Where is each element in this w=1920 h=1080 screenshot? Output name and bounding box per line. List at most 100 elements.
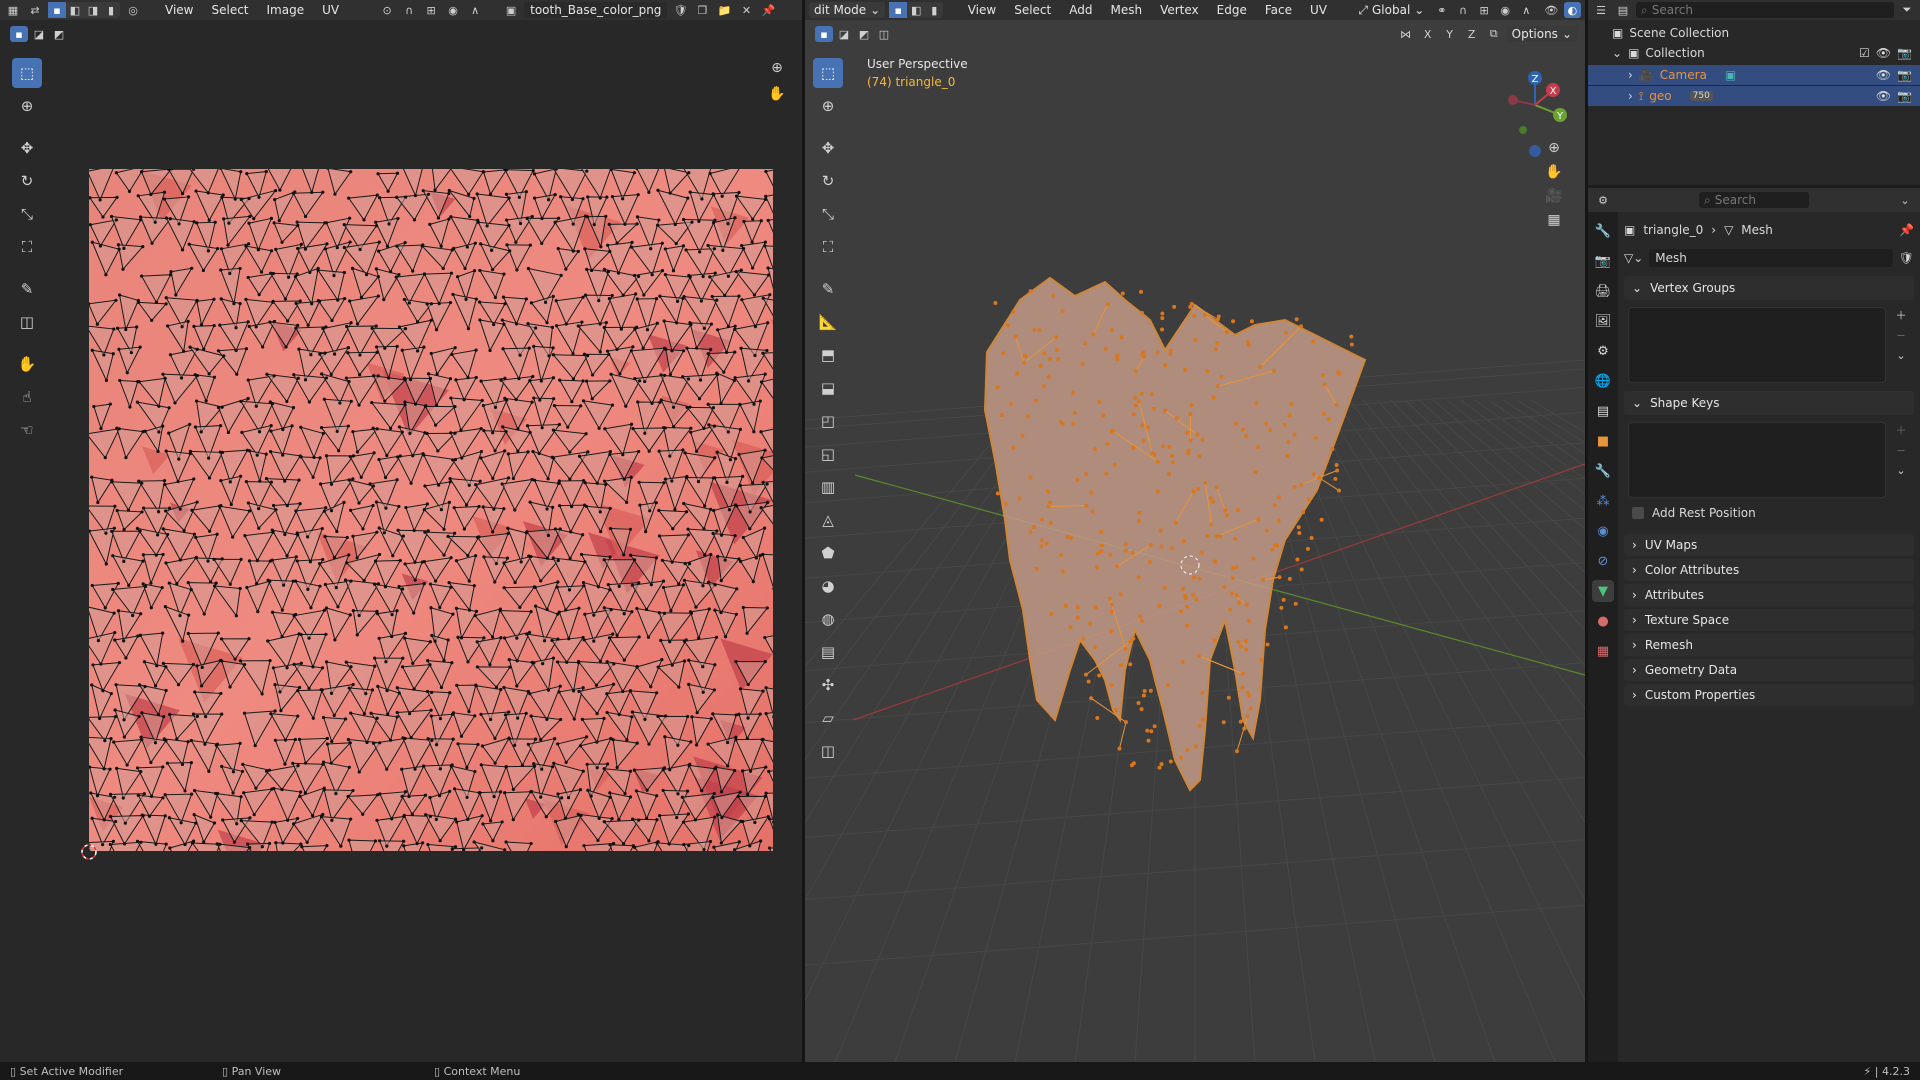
remove-shape-key-icon[interactable]: − (1892, 442, 1910, 458)
panel-uv-maps[interactable]: › UV Maps (1624, 534, 1914, 556)
render-camera-icon[interactable]: 📷 (1897, 68, 1912, 82)
chevron-right-icon[interactable]: › (1628, 89, 1633, 103)
panel-geometry-data[interactable]: › Geometry Data (1624, 659, 1914, 681)
overlay-icon[interactable]: ◐ (1563, 2, 1581, 18)
outliner-search-input[interactable]: ⌕ Search (1636, 2, 1894, 18)
material-tab-icon[interactable]: ● (1592, 610, 1614, 632)
outliner-editor-icon[interactable]: ☰ (1592, 2, 1610, 18)
panel-remesh[interactable]: › Remesh (1624, 634, 1914, 656)
render-camera-icon[interactable]: 📷 (1897, 89, 1912, 103)
snap-icon[interactable]: ∩ (400, 2, 418, 18)
face-select-icon[interactable]: ◨ (84, 2, 102, 18)
properties-editor-icon[interactable]: ⚙ (1594, 192, 1612, 208)
uv-menu-view[interactable]: View (158, 3, 200, 17)
object-tab-icon[interactable]: ■ (1592, 430, 1614, 452)
tooth-mesh[interactable] (805, 20, 1585, 1062)
pan-hand-icon[interactable]: ✋ (768, 86, 786, 102)
proportional-toggle-icon[interactable]: ◉ (1497, 2, 1514, 18)
vp-menu-vertex[interactable]: Vertex (1153, 3, 1206, 17)
pivot-icon[interactable]: ⊙ (378, 2, 396, 18)
snap-element-icon[interactable]: ⊞ (1476, 2, 1493, 18)
select-subtract-icon[interactable]: ◩ (50, 26, 68, 42)
properties-search-input[interactable]: ⌕ Search (1699, 192, 1809, 208)
chevron-down-icon[interactable]: ⌄ (1896, 192, 1914, 208)
outliner-item-geo[interactable]: › ⟟ geo 750 👁 📷 (1588, 86, 1920, 106)
tool-tab-icon[interactable]: 🔧 (1592, 220, 1614, 242)
world-tab-icon[interactable]: 🌐 (1592, 370, 1614, 392)
cursor-tool-icon[interactable]: ⊕ (12, 91, 42, 121)
add-shape-key-icon[interactable]: ＋ (1892, 422, 1910, 438)
shape-keys-list[interactable] (1628, 422, 1886, 498)
collection-tab-icon[interactable]: ▤ (1592, 400, 1614, 422)
fake-user-icon[interactable]: 🛡 (671, 2, 689, 18)
uv-menu-select[interactable]: Select (204, 3, 255, 17)
shape-keys-header[interactable]: ⌄ Shape Keys (1624, 391, 1914, 415)
vp-menu-add[interactable]: Add (1062, 3, 1099, 17)
eye-icon[interactable]: 👁 (1876, 46, 1891, 60)
select-extend-icon[interactable]: ◪ (30, 26, 48, 42)
outliner-item-camera[interactable]: › 🎥 Camera ▣ 👁 📷 (1588, 65, 1920, 85)
chevron-right-icon[interactable]: › (1628, 68, 1633, 82)
open-image-icon[interactable]: 📁 (715, 2, 733, 18)
panel-custom-properties[interactable]: › Custom Properties (1624, 684, 1914, 706)
pin-icon[interactable]: 📌 (1899, 223, 1914, 237)
select-new-icon[interactable]: ▪ (10, 26, 28, 42)
pin-icon[interactable]: 📌 (759, 2, 777, 18)
physics-tab-icon[interactable]: ◉ (1592, 520, 1614, 542)
vertex-groups-header[interactable]: ⌄ Vertex Groups (1624, 276, 1914, 300)
transform-tool-icon[interactable]: ⛶ (12, 232, 42, 262)
vertex-group-specials-icon[interactable]: ⌄ (1892, 347, 1910, 363)
panel-texture-space[interactable]: › Texture Space (1624, 609, 1914, 631)
mesh-name-field[interactable]: Mesh (1649, 249, 1893, 267)
sync-selection-icon[interactable]: ⇄ (26, 2, 44, 18)
uv-menu-image[interactable]: Image (260, 3, 312, 17)
view-layer-tab-icon[interactable]: 🖼 (1592, 310, 1614, 332)
unlink-image-icon[interactable]: ✕ (737, 2, 755, 18)
annotate-tool-icon[interactable]: ✎ (12, 274, 42, 304)
eye-icon[interactable]: 👁 (1876, 89, 1891, 103)
remove-vertex-group-icon[interactable]: − (1892, 327, 1910, 343)
texture-tab-icon[interactable]: ▦ (1592, 640, 1614, 662)
rip-tool-icon[interactable]: ◫ (12, 307, 42, 337)
3d-viewport[interactable]: ▪ ◪ ◩ ◫ ⋈ X Y Z ⧉ Options ⌄ User Perspect… (805, 20, 1585, 1062)
sticky-select-icon[interactable]: ◎ (124, 2, 142, 18)
visibility-icon[interactable]: 👁 (1543, 2, 1560, 18)
transform-orientation-dropdown[interactable]: ⤢ Global ⌄ (1353, 2, 1429, 18)
edge-select-icon[interactable]: ◧ (66, 2, 84, 18)
falloff-icon[interactable]: ∧ (466, 2, 484, 18)
vp-menu-edge[interactable]: Edge (1210, 3, 1254, 17)
relax-tool-icon[interactable]: ☝ (12, 382, 42, 412)
vertex-groups-list[interactable] (1628, 307, 1886, 383)
mode-dropdown[interactable]: dit Mode ⌄ (809, 2, 886, 18)
vertex-select-icon[interactable]: ▪ (48, 2, 66, 18)
vp-menu-uv[interactable]: UV (1303, 3, 1334, 17)
duplicate-image-icon[interactable]: ❐ (693, 2, 711, 18)
outliner-scene-collection[interactable]: ▣ Scene Collection (1612, 26, 1729, 40)
render-tab-icon[interactable]: 📷 (1592, 250, 1614, 272)
edge-mode-icon[interactable]: ◧ (907, 2, 925, 18)
uv-menu-uv[interactable]: UV (315, 3, 346, 17)
vp-menu-mesh[interactable]: Mesh (1103, 3, 1149, 17)
vp-menu-select[interactable]: Select (1007, 3, 1058, 17)
snap-toggle-icon[interactable]: ∩ (1454, 2, 1471, 18)
scene-tab-icon[interactable]: ⚙ (1592, 340, 1614, 362)
rotate-tool-icon[interactable]: ↻ (12, 166, 42, 196)
add-rest-position-checkbox[interactable] (1632, 507, 1644, 519)
constraints-tab-icon[interactable]: ⊘ (1592, 550, 1614, 572)
particles-tab-icon[interactable]: ⁂ (1592, 490, 1614, 512)
move-tool-icon[interactable]: ✥ (12, 133, 42, 163)
editor-type-icon[interactable]: ▦ (4, 2, 22, 18)
add-vertex-group-icon[interactable]: ＋ (1892, 307, 1910, 323)
uv-editor[interactable]: ▪ ◪ ◩ ⬚ ⊕ ✥ ↻ ⤡ ⛶ ✎ ◫ ✋ ☝ ☜ ⊕ ✋ (0, 20, 802, 1062)
vp-menu-face[interactable]: Face (1258, 3, 1299, 17)
mesh-data-tab-icon[interactable]: ▼ (1592, 580, 1614, 602)
render-camera-icon[interactable]: 📷 (1897, 46, 1912, 60)
modifier-tab-icon[interactable]: 🔧 (1592, 460, 1614, 482)
add-rest-position-row[interactable]: Add Rest Position (1624, 506, 1914, 528)
chevron-down-icon[interactable]: ⌄ (1612, 46, 1622, 60)
filter-icon[interactable]: ⏷ (1898, 2, 1916, 18)
grab-tool-icon[interactable]: ✋ (12, 349, 42, 379)
uv-image-canvas[interactable] (89, 169, 773, 851)
island-select-icon[interactable]: ▮ (102, 2, 120, 18)
shape-key-specials-icon[interactable]: ⌄ (1892, 462, 1910, 478)
